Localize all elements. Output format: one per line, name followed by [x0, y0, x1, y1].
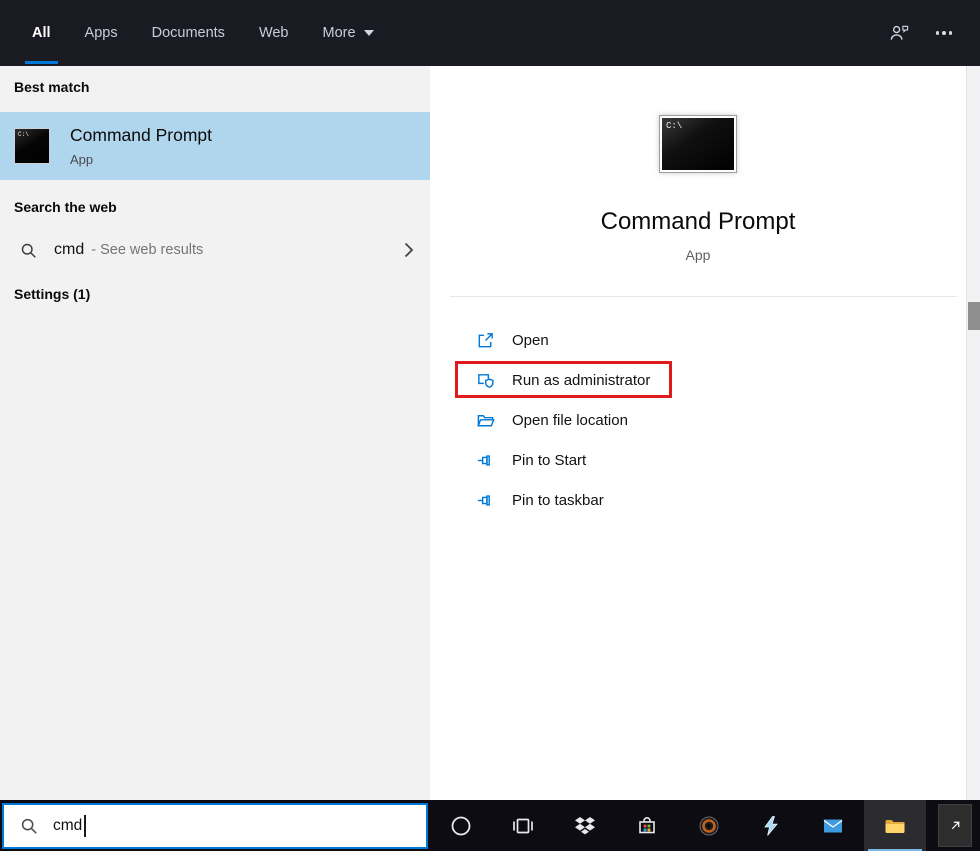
header-actions	[889, 0, 980, 66]
action-pin-to-start[interactable]: Pin to Start	[430, 440, 966, 480]
taskbar-store-button[interactable]	[616, 800, 678, 851]
admin-shield-icon	[476, 371, 495, 390]
taskbar-file-explorer-button[interactable]	[864, 800, 926, 851]
web-section-heading: Search the web	[14, 199, 117, 215]
lightning-icon	[764, 815, 778, 836]
taskbar-dropbox-button[interactable]	[554, 800, 616, 851]
context-actions: Open Run as administrator Open file loca…	[430, 320, 966, 520]
windows-search-flyout: All Apps Documents Web More Best match C…	[0, 0, 980, 851]
chevron-down-icon	[363, 30, 374, 36]
cmd-screen: C:\	[662, 118, 734, 170]
web-query-text: cmd	[54, 241, 85, 258]
results-panel: Best match C:\ Command Prompt App Search…	[0, 66, 430, 800]
tab-more-label: More	[322, 25, 356, 41]
action-label: Pin to Start	[512, 451, 587, 469]
search-icon	[20, 242, 37, 259]
tab-apps-label: Apps	[84, 25, 118, 41]
result-subtitle: App	[70, 152, 94, 167]
tab-apps[interactable]: Apps	[68, 0, 135, 66]
chevron-right-icon	[404, 242, 414, 258]
ring-app-icon	[699, 816, 719, 835]
scrollbar-thumb[interactable]	[968, 302, 980, 330]
action-label: Open file location	[512, 411, 628, 429]
preview-title: Command Prompt	[600, 208, 796, 235]
taskbar-task-view-button[interactable]	[492, 800, 554, 851]
ellipsis-icon[interactable]	[935, 31, 952, 35]
best-match-text: Command Prompt App	[70, 125, 212, 167]
action-open-file-location[interactable]: Open file location	[430, 400, 966, 440]
microsoft-store-icon	[639, 816, 655, 833]
tab-web[interactable]: Web	[242, 0, 306, 66]
web-hint-text: - See web results	[91, 242, 204, 258]
search-filter-tabs: All Apps Documents Web More	[0, 0, 391, 66]
scrollbar[interactable]	[966, 66, 980, 800]
action-run-as-administrator[interactable]: Run as administrator	[430, 360, 966, 400]
action-label: Pin to taskbar	[512, 491, 604, 509]
result-title: Command Prompt	[70, 125, 212, 145]
tab-web-label: Web	[258, 25, 289, 41]
tab-all-label: All	[32, 25, 51, 41]
best-match-heading: Best match	[14, 79, 90, 95]
dropbox-icon	[575, 816, 595, 834]
tab-documents[interactable]: Documents	[135, 0, 242, 66]
folder-location-icon	[476, 411, 495, 430]
settings-section-heading: Settings (1)	[14, 286, 91, 302]
preview-panel: C:\ Command Prompt App Open Run as admin…	[430, 66, 966, 800]
taskbar-lightning-app-button[interactable]	[740, 800, 802, 851]
cortana-icon	[451, 816, 471, 835]
search-header: All Apps Documents Web More	[0, 0, 980, 66]
tab-documents-label: Documents	[151, 25, 225, 41]
text-caret	[84, 815, 86, 837]
file-explorer-icon	[885, 819, 905, 833]
web-search-result[interactable]: cmd - See web results	[0, 228, 430, 272]
task-view-icon	[513, 818, 533, 833]
taskbar-ring-app-button[interactable]	[678, 800, 740, 851]
pin-icon	[476, 451, 495, 470]
best-match-result[interactable]: C:\ Command Prompt App	[0, 112, 430, 180]
command-prompt-icon: C:\	[14, 128, 50, 164]
pin-icon	[476, 491, 495, 510]
taskbar-cortana-button[interactable]	[430, 800, 492, 851]
search-input-value: cmd	[53, 817, 83, 834]
action-label: Open	[512, 331, 549, 349]
tab-more[interactable]: More	[306, 0, 391, 66]
command-prompt-icon-large: C:\	[659, 115, 737, 173]
taskbar-mail-button[interactable]	[802, 800, 864, 851]
mail-icon	[823, 819, 843, 832]
taskbar-icons	[430, 800, 926, 851]
divider	[450, 296, 957, 297]
action-label: Run as administrator	[512, 371, 651, 389]
tray-overflow-button[interactable]	[938, 804, 972, 847]
action-open[interactable]: Open	[430, 320, 966, 360]
preview-subtitle: App	[685, 247, 711, 263]
feedback-icon[interactable]	[889, 23, 910, 43]
tab-all[interactable]: All	[15, 0, 68, 66]
action-pin-to-taskbar[interactable]: Pin to taskbar	[430, 480, 966, 520]
taskbar-search-input[interactable]: cmd	[2, 803, 428, 849]
open-icon	[476, 331, 495, 350]
cmd-icon-text: C:\	[18, 131, 29, 138]
taskbar: cmd	[0, 800, 980, 851]
tray-arrow-icon	[951, 821, 959, 830]
cmd-icon-text: C:\	[666, 121, 683, 131]
search-icon	[20, 817, 38, 835]
